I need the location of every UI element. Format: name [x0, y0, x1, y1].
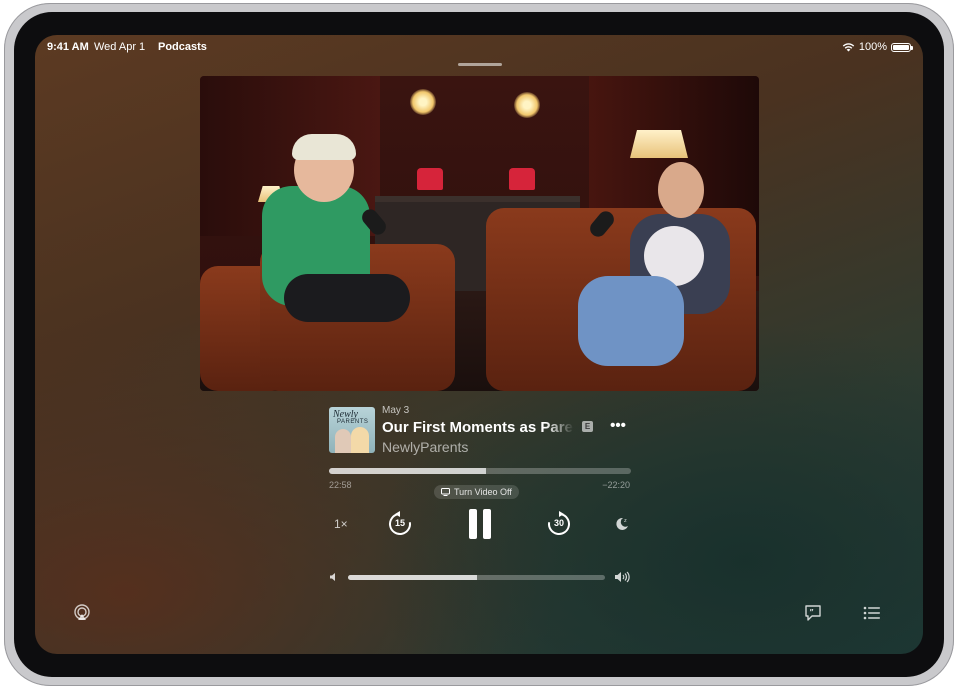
skip-forward-button[interactable]: 30 [546, 511, 572, 537]
transcript-icon[interactable]: ” [804, 604, 822, 622]
pause-icon [469, 509, 477, 539]
wifi-icon [842, 43, 855, 52]
airplay-icon[interactable] [73, 604, 91, 622]
status-right-group: 100% [842, 41, 913, 53]
svg-text:z: z [624, 518, 627, 524]
turn-video-off-label: Turn Video Off [454, 487, 512, 497]
playback-scrubber[interactable] [329, 468, 631, 474]
video-scene-person-right-legs [578, 276, 684, 366]
speaker-high-icon [615, 571, 630, 583]
more-options-button[interactable]: ••• [609, 418, 627, 437]
skip-forward-seconds: 30 [553, 518, 564, 528]
status-date: Wed Apr 1 [94, 41, 146, 53]
status-app-name: Podcasts [158, 41, 207, 53]
tv-icon [441, 488, 450, 496]
svg-text:”: ” [809, 608, 814, 616]
volume-slider[interactable] [348, 575, 605, 580]
skip-back-seconds: 15 [394, 518, 405, 528]
playback-speed-button[interactable]: 1× [334, 517, 348, 531]
sheet-grabber-handle[interactable] [458, 63, 502, 66]
remaining-time: −22:20 [602, 480, 630, 490]
artwork-title-line2: PARENTS [337, 419, 369, 425]
status-time: 9:41 AM [47, 41, 89, 53]
episode-date: May 3 [382, 405, 410, 416]
turn-video-off-button[interactable]: Turn Video Off [434, 485, 519, 499]
pause-icon-bar [483, 509, 491, 539]
now-playing-screen: 9:41 AM Wed Apr 1 Podcasts 100% Newly PA… [35, 35, 923, 654]
artwork-figure-left [335, 429, 351, 453]
video-scene-person-left-hair [292, 134, 356, 160]
artwork-figure-right [351, 427, 369, 453]
volume-level-fill [348, 575, 477, 580]
video-scene-red-lamp-right [509, 168, 535, 190]
show-name-link[interactable]: NewlyParents [382, 439, 468, 455]
battery-icon [891, 42, 913, 52]
elapsed-time: 22:58 [329, 480, 352, 490]
queue-list-icon[interactable] [863, 606, 881, 620]
sleep-timer-icon[interactable]: z [614, 516, 630, 532]
video-scene-red-lamp-left [417, 168, 443, 190]
episode-title[interactable]: Our First Moments as Parents [382, 419, 574, 436]
video-scene-floor-lamp [630, 130, 688, 158]
video-player[interactable] [200, 76, 759, 391]
video-scene-sconce-right [514, 92, 540, 118]
video-scene-person-left-legs [284, 274, 410, 322]
pause-button[interactable] [468, 509, 492, 539]
speaker-low-icon [330, 573, 335, 581]
episode-artwork[interactable]: Newly PARENTS [329, 407, 375, 453]
video-scene-sconce-left [410, 89, 436, 115]
explicit-badge: E [582, 421, 593, 432]
video-scene-person-right-head [658, 162, 704, 218]
status-bar: 9:41 AM Wed Apr 1 Podcasts 100% [35, 41, 923, 55]
battery-percent: 100% [858, 41, 887, 53]
skip-back-button[interactable]: 15 [387, 511, 413, 537]
playback-progress-fill [329, 468, 487, 474]
